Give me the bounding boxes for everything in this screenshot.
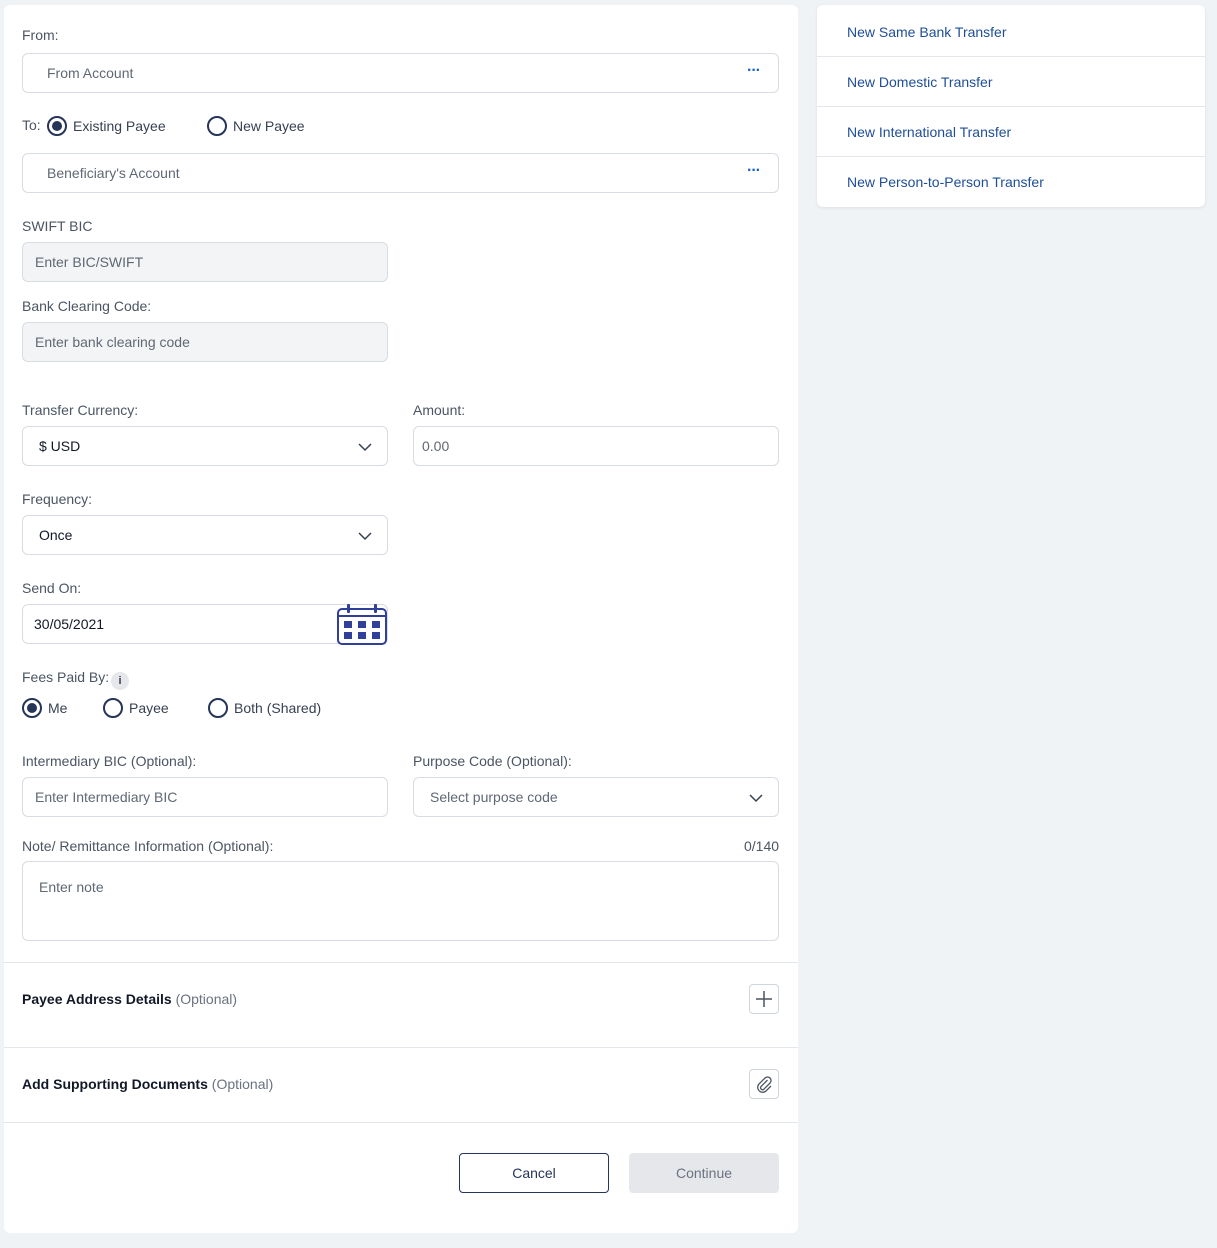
fees-label: Fees Paid By: — [22, 669, 110, 685]
calendar-icon[interactable] — [336, 603, 388, 645]
info-icon[interactable]: i — [111, 672, 129, 690]
supporting-docs-optional: (Optional) — [211, 1076, 274, 1092]
radio-new-payee-label: New Payee — [233, 118, 305, 134]
radio-fees-me-label: Me — [48, 700, 68, 716]
more-options-icon[interactable]: ··· — [747, 162, 761, 180]
send-on-value: 30/05/2021 — [34, 616, 105, 632]
radio-fees-shared[interactable]: Both (Shared) — [208, 698, 321, 718]
chevron-down-icon — [749, 794, 763, 803]
radio-unchecked-icon — [208, 698, 228, 718]
supporting-docs-title: Add Supporting Documents — [22, 1076, 208, 1092]
beneficiary-account-field[interactable]: Beneficiary's Account ··· — [22, 153, 779, 193]
from-account-field[interactable]: From Account ··· — [22, 53, 779, 93]
amount-placeholder: 0.00 — [422, 438, 450, 454]
radio-unchecked-icon — [103, 698, 123, 718]
note-label: Note/ Remittance Information (Optional): — [22, 838, 274, 854]
amount-input[interactable]: 0.00 — [413, 426, 779, 466]
section-divider — [4, 1047, 798, 1048]
chevron-down-icon — [358, 443, 372, 452]
menu-item-person-to-person-transfer[interactable]: New Person-to-Person Transfer — [817, 157, 1205, 207]
menu-item-same-bank-transfer[interactable]: New Same Bank Transfer — [817, 7, 1205, 57]
currency-select[interactable]: $ USD — [22, 426, 388, 466]
payee-address-section[interactable]: Payee Address Details (Optional) — [22, 991, 237, 1007]
to-label: To: — [22, 117, 41, 133]
expand-payee-address-button[interactable] — [749, 984, 779, 1014]
note-textarea[interactable]: Enter note — [22, 861, 779, 941]
swift-placeholder: Enter BIC/SWIFT — [35, 254, 144, 270]
radio-fees-payee-label: Payee — [129, 700, 169, 716]
swift-input[interactable]: Enter BIC/SWIFT — [22, 242, 388, 282]
radio-fees-shared-label: Both (Shared) — [234, 700, 322, 716]
amount-label: Amount: — [413, 402, 466, 418]
frequency-select[interactable]: Once — [22, 515, 388, 555]
more-options-icon[interactable]: ··· — [747, 62, 761, 80]
radio-existing-payee-label: Existing Payee — [73, 118, 166, 134]
section-divider — [4, 1122, 798, 1123]
menu-item-domestic-transfer[interactable]: New Domestic Transfer — [817, 57, 1205, 107]
radio-fees-payee[interactable]: Payee — [103, 698, 169, 718]
swift-label: SWIFT BIC — [22, 218, 93, 234]
purpose-code-select[interactable]: Select purpose code — [413, 777, 779, 817]
clearing-label: Bank Clearing Code: — [22, 298, 152, 314]
from-label: From: — [22, 27, 59, 43]
send-on-date-input[interactable]: 30/05/2021 — [22, 604, 388, 644]
menu-item-international-transfer[interactable]: New International Transfer — [817, 107, 1205, 157]
cancel-button[interactable]: Cancel — [459, 1153, 609, 1193]
attach-document-button[interactable] — [749, 1069, 779, 1099]
purpose-placeholder: Select purpose code — [430, 789, 558, 805]
currency-label: Transfer Currency: — [22, 402, 139, 418]
plus-icon — [756, 991, 772, 1007]
frequency-label: Frequency: — [22, 491, 93, 507]
radio-checked-icon — [22, 698, 42, 718]
frequency-value: Once — [39, 527, 73, 543]
from-account-placeholder: From Account — [47, 65, 134, 81]
note-placeholder: Enter note — [39, 879, 104, 895]
intermediary-bic-input[interactable]: Enter Intermediary BIC — [22, 777, 388, 817]
supporting-docs-section[interactable]: Add Supporting Documents (Optional) — [22, 1076, 273, 1092]
clearing-placeholder: Enter bank clearing code — [35, 334, 190, 350]
radio-existing-payee[interactable]: Existing Payee — [47, 116, 166, 136]
radio-new-payee[interactable]: New Payee — [207, 116, 305, 136]
send-on-label: Send On: — [22, 580, 82, 596]
radio-checked-icon — [47, 116, 67, 136]
paperclip-icon — [757, 1076, 772, 1093]
clearing-code-input[interactable]: Enter bank clearing code — [22, 322, 388, 362]
radio-unchecked-icon — [207, 116, 227, 136]
section-divider — [4, 962, 798, 963]
payee-address-optional: (Optional) — [175, 991, 238, 1007]
intermediary-placeholder: Enter Intermediary BIC — [35, 789, 178, 805]
continue-button[interactable]: Continue — [629, 1153, 779, 1193]
purpose-label: Purpose Code (Optional): — [413, 753, 572, 769]
payee-address-title: Payee Address Details — [22, 991, 172, 1007]
currency-value: $ USD — [39, 438, 81, 454]
beneficiary-placeholder: Beneficiary's Account — [47, 165, 180, 181]
note-char-counter: 0/140 — [744, 838, 780, 854]
transfer-type-menu: New Same Bank Transfer New Domestic Tran… — [817, 5, 1205, 207]
transfer-form-card: From: From Account ··· To: Existing Paye… — [4, 5, 798, 1233]
radio-fees-me[interactable]: Me — [22, 698, 67, 718]
chevron-down-icon — [358, 532, 372, 541]
intermediary-label: Intermediary BIC (Optional): — [22, 753, 197, 769]
